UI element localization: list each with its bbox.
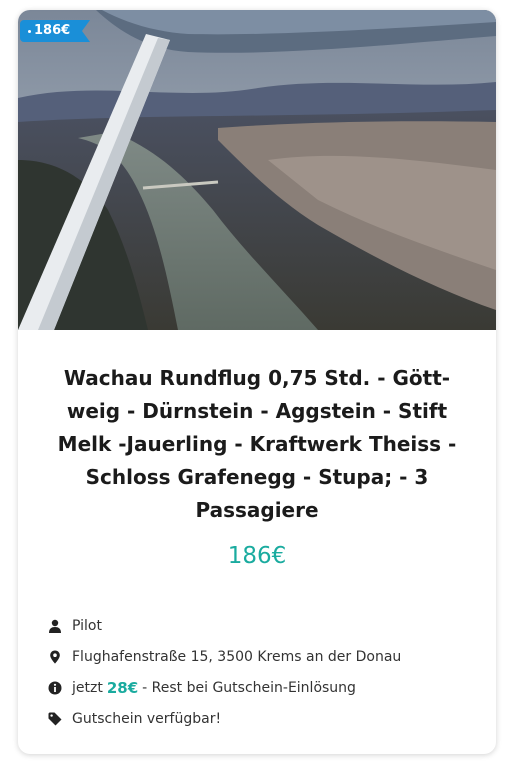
offer-image[interactable] [18,10,496,330]
offer-price: 186€ [227,543,287,569]
detail-deposit: jetzt 28€ - Rest bei Gutschein-Einlösung [48,672,488,703]
address-text: Flughafenstraße 15, 3500 Krems an der Do… [72,648,402,665]
provider-text: Pilot [72,617,102,634]
detail-availability: Gutschein verfügbar! [48,703,488,734]
info-circle-icon [48,681,62,694]
deposit-suffix: - Rest bei Gutschein-Einlösung [142,679,356,696]
map-marker-icon [50,650,60,663]
user-icon [49,619,61,633]
offer-title[interactable]: Wachau Rundflug 0,75 Std. - Gött-weig - … [46,362,468,527]
tag-icon [48,712,62,725]
offer-card[interactable]: 186€ Wachau Rundflug 0,75 Std. - Gött-we… [18,10,496,754]
detail-provider: Pilot [48,610,488,641]
badge-dot [28,30,31,33]
badge-price: 186€ [34,23,71,38]
deposit-prefix: jetzt [72,679,103,696]
deposit-amount: 28€ [106,678,139,697]
offer-details: Pilot Flughafenstraße 15, 3500 Krems an … [48,610,488,734]
detail-address: Flughafenstraße 15, 3500 Krems an der Do… [48,641,488,672]
availability-text: Gutschein verfügbar! [72,710,222,727]
price-badge: 186€ [20,20,96,42]
